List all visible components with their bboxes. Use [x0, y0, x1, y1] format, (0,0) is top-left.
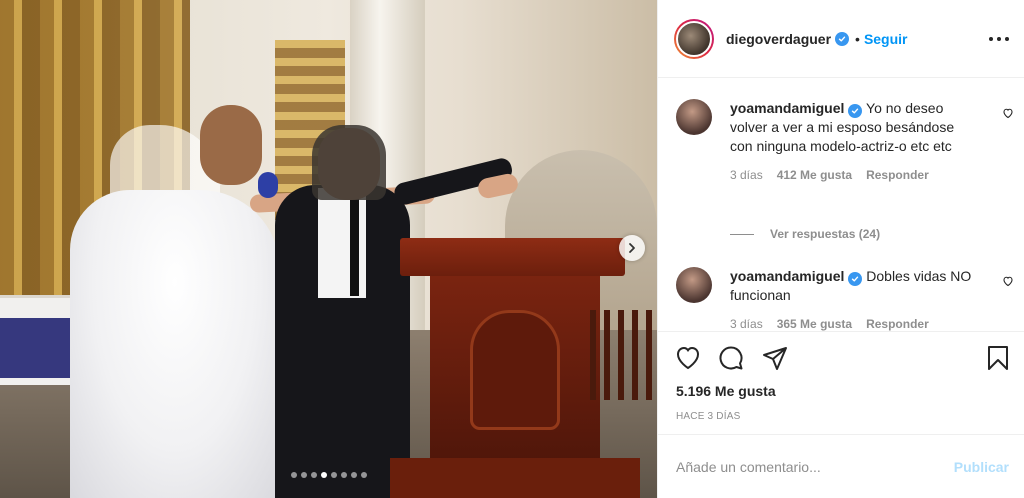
post-photo[interactable] [0, 0, 657, 498]
carousel-dot [360, 472, 367, 478]
like-count[interactable]: 5.196 Me gusta [676, 383, 776, 399]
comment-likes[interactable]: 365 Me gusta [777, 317, 852, 331]
comment-meta: 3 días 365 Me gusta Responder [730, 317, 994, 331]
verified-icon [835, 31, 850, 46]
comment-age[interactable]: 3 días [730, 317, 763, 331]
verified-icon [848, 104, 863, 118]
photo-lectern-base [390, 458, 640, 498]
photo-man-tie [350, 196, 359, 296]
more-icon[interactable] [989, 30, 1009, 48]
comments-list[interactable]: yoamandamiguel Yo no deseo volver a ver … [658, 79, 1024, 331]
photo-bride [70, 190, 280, 498]
add-comment-bar: Publicar [658, 434, 1024, 498]
post-header: diegoverdaguer • Seguir [658, 0, 1024, 78]
comment-age[interactable]: 3 días [730, 168, 763, 182]
photo-microphone [258, 172, 278, 198]
comment-username[interactable]: yoamandamiguel [730, 100, 844, 116]
comment-username[interactable]: yoamandamiguel [730, 268, 844, 284]
reply-button[interactable]: Responder [866, 168, 929, 182]
comment-body: yoamandamiguel Yo no deseo volver a ver … [730, 99, 980, 156]
carousel-dot [310, 472, 317, 478]
comment-meta: 3 días 412 Me gusta Responder [730, 168, 994, 182]
photo-lectern-top [400, 238, 625, 276]
chevron-right-icon [629, 243, 635, 253]
carousel-dot [300, 472, 307, 478]
comment-icon[interactable] [717, 344, 745, 372]
comment-likes[interactable]: 412 Me gusta [777, 168, 852, 182]
carousel-dot [320, 472, 327, 478]
photo-man-hair [312, 125, 386, 200]
comment-item: yoamandamiguel Dobles vidas NO funcionan… [674, 267, 1013, 331]
comment-heart-icon[interactable] [1002, 107, 1014, 119]
author-username[interactable]: diegoverdaguer [726, 31, 831, 47]
comment-body: yoamandamiguel Dobles vidas NO funcionan [730, 267, 980, 305]
photo-bride-head [200, 105, 262, 185]
commenter-avatar[interactable] [676, 99, 712, 135]
view-replies-label: Ver respuestas (24) [770, 227, 881, 241]
publish-button[interactable]: Publicar [954, 459, 1009, 475]
commenter-avatar[interactable] [676, 267, 712, 303]
replies-divider [730, 233, 754, 235]
author-avatar[interactable] [674, 18, 714, 59]
carousel-dot [340, 472, 347, 478]
action-icons [674, 344, 1009, 374]
post-side-panel: diegoverdaguer • Seguir yoamandamiguel Y… [657, 0, 1024, 498]
photo-lectern-carving [470, 310, 560, 430]
heart-icon[interactable] [674, 344, 702, 372]
comment-heart-icon[interactable] [1002, 275, 1014, 287]
header-separator: • [855, 30, 860, 47]
share-icon[interactable] [761, 344, 789, 372]
carousel-dot [350, 472, 357, 478]
carousel-dot [330, 472, 337, 478]
comment-input[interactable] [676, 458, 954, 475]
follow-button[interactable]: Seguir [864, 31, 908, 47]
reply-button[interactable]: Responder [866, 317, 929, 331]
bookmark-icon[interactable] [984, 344, 1012, 372]
post-actions: 5.196 Me gusta HACE 3 DÍAS [658, 331, 1024, 433]
post-date[interactable]: HACE 3 DÍAS [676, 411, 740, 422]
carousel-indicator [0, 472, 657, 478]
verified-icon [848, 272, 863, 286]
photo-rail [590, 310, 657, 400]
next-photo-button[interactable] [619, 235, 645, 261]
comment-item: yoamandamiguel Yo no deseo volver a ver … [674, 99, 1013, 182]
view-replies-button[interactable]: Ver respuestas (24) [730, 227, 880, 241]
carousel-dot [290, 472, 297, 478]
